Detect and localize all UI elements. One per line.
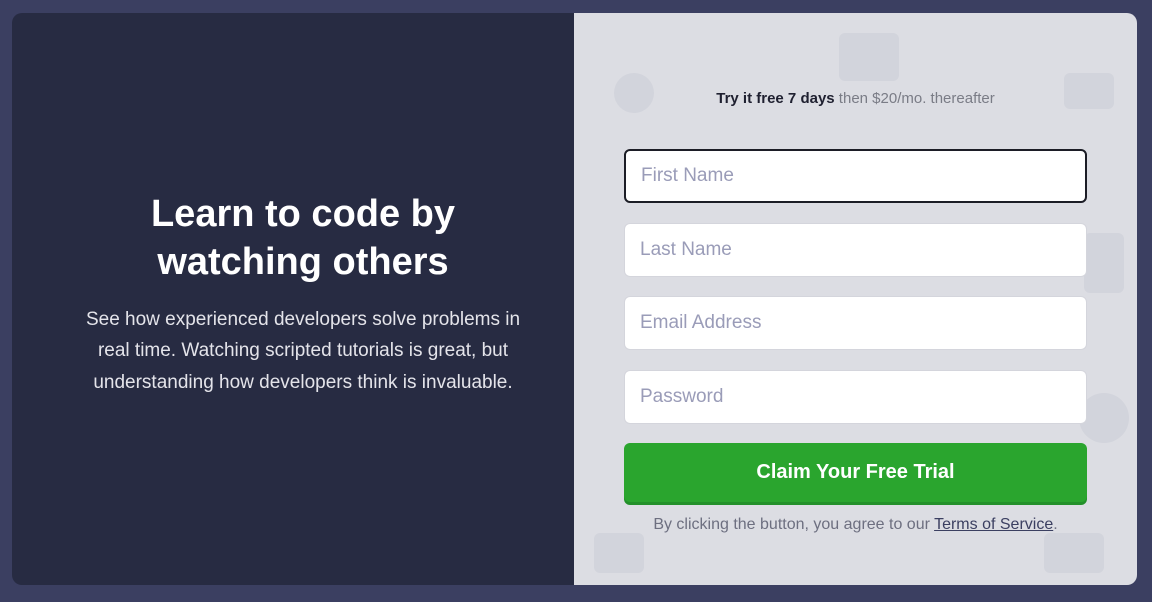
last-name-input[interactable] xyxy=(624,222,1087,277)
signup-card: Learn to code by watching others See how… xyxy=(12,13,1137,585)
headline-line-2: watching others xyxy=(157,240,449,283)
first-name-input[interactable] xyxy=(624,149,1087,203)
headline-line-1: Learn to code by xyxy=(150,192,456,235)
terms-suffix: . xyxy=(1053,516,1058,533)
email-input[interactable] xyxy=(624,296,1087,350)
offer-highlight: Try it free 7 days xyxy=(716,90,835,107)
terms-of-service-link[interactable]: Terms of Service xyxy=(934,516,1053,533)
hero-description: See how experienced developers solve pro… xyxy=(85,308,521,393)
password-input[interactable] xyxy=(624,369,1087,424)
form-panel: Try it free 7 days then $20/mo. thereaft… xyxy=(574,13,1137,585)
claim-trial-button[interactable]: Claim Your Free Trial xyxy=(624,443,1087,502)
offer-text: Try it free 7 days then $20/mo. thereaft… xyxy=(574,90,1137,107)
offer-price: then $20/mo. thereafter xyxy=(834,90,995,107)
hero-headline: Learn to code by watching others xyxy=(151,190,455,286)
hero-panel: Learn to code by watching others See how… xyxy=(12,13,574,585)
terms-prefix: By clicking the button, you agree to our xyxy=(653,516,935,533)
terms-notice: By clicking the button, you agree to our… xyxy=(574,516,1137,534)
signup-form: Claim Your Free Trial xyxy=(624,149,1087,502)
